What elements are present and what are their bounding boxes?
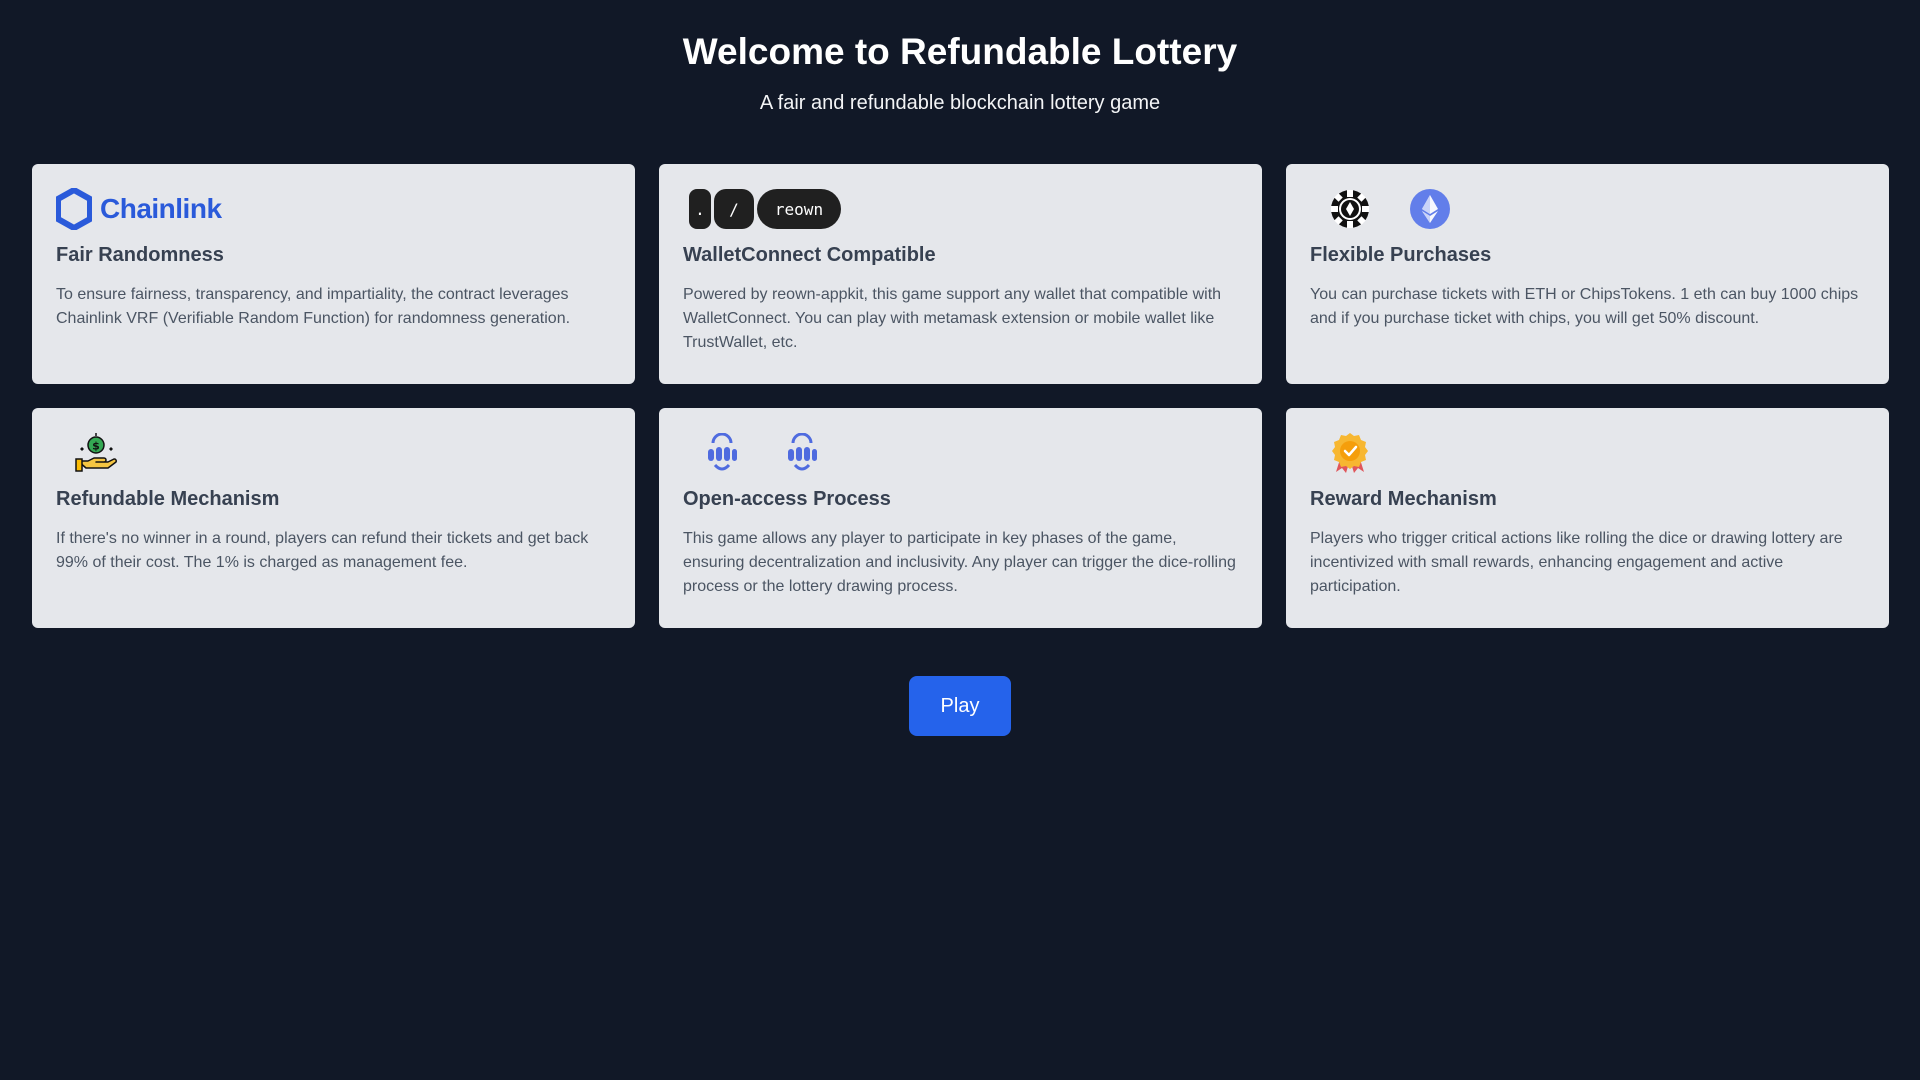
card-description: You can purchase tickets with ETH or Chi… — [1310, 286, 1859, 327]
reown-key-word: reown — [757, 189, 841, 229]
feature-card-flexible-purchases: Flexible Purchases You can purchase tick… — [1286, 164, 1889, 384]
card-icons — [683, 432, 1238, 474]
poker-chip-icon — [1330, 189, 1370, 229]
play-button[interactable]: Play — [909, 676, 1011, 736]
hand-tap-icon — [705, 433, 739, 473]
reown-key-dot: . — [689, 189, 711, 229]
card-icons: . / reown — [683, 188, 1238, 230]
card-title: Fair Randomness — [56, 244, 224, 266]
chainlink-wordmark: Chainlink — [100, 193, 222, 224]
card-icons: Chainlink — [56, 188, 611, 230]
feature-card-open-access: Open-access Process This game allows any… — [659, 408, 1262, 628]
feature-card-fair-randomness: Chainlink Fair Randomness To ensure fair… — [32, 164, 635, 384]
reown-key-slash: / — [714, 189, 754, 229]
feature-card-reward: Reward Mechanism Players who trigger cri… — [1286, 408, 1889, 628]
feature-grid: Chainlink Fair Randomness To ensure fair… — [32, 164, 1889, 628]
chainlink-logo: Chainlink — [56, 188, 222, 230]
card-description: Powered by reown-appkit, this game suppo… — [683, 286, 1222, 351]
card-description: If there's no winner in a round, players… — [56, 530, 589, 571]
ethereum-icon — [1410, 189, 1450, 229]
hand-tap-icon — [785, 433, 819, 473]
play-button-wrapper: Play — [0, 676, 1920, 736]
card-description: This game allows any player to participa… — [683, 530, 1236, 595]
feature-card-walletconnect: . / reown WalletConnect Compatible Power… — [659, 164, 1262, 384]
card-icons: $ — [56, 432, 611, 474]
svg-text:$: $ — [92, 440, 100, 453]
card-title: Flexible Purchases — [1310, 244, 1492, 266]
chainlink-hexagon-icon — [56, 188, 92, 230]
money-hand-icon: $ — [74, 431, 118, 475]
hero-section: Welcome to Refundable Lottery A fair and… — [0, 0, 1920, 116]
reown-logo: . / reown — [689, 189, 841, 229]
page-subtitle: A fair and refundable blockchain lottery… — [759, 92, 1161, 114]
card-icons — [1310, 188, 1865, 230]
landing-page: Welcome to Refundable Lottery A fair and… — [0, 0, 1920, 1080]
card-icons — [1310, 432, 1865, 474]
card-description: Players who trigger critical actions lik… — [1310, 530, 1843, 595]
page-title: Welcome to Refundable Lottery — [682, 31, 1238, 72]
card-title: Open-access Process — [683, 488, 891, 510]
feature-card-refundable: $ Refundable Mechanism If there's no win… — [32, 408, 635, 628]
card-title: Reward Mechanism — [1310, 488, 1497, 510]
award-badge-icon — [1330, 432, 1370, 474]
card-title: WalletConnect Compatible — [683, 244, 936, 266]
card-title: Refundable Mechanism — [56, 488, 280, 510]
card-description: To ensure fairness, transparency, and im… — [56, 286, 571, 327]
